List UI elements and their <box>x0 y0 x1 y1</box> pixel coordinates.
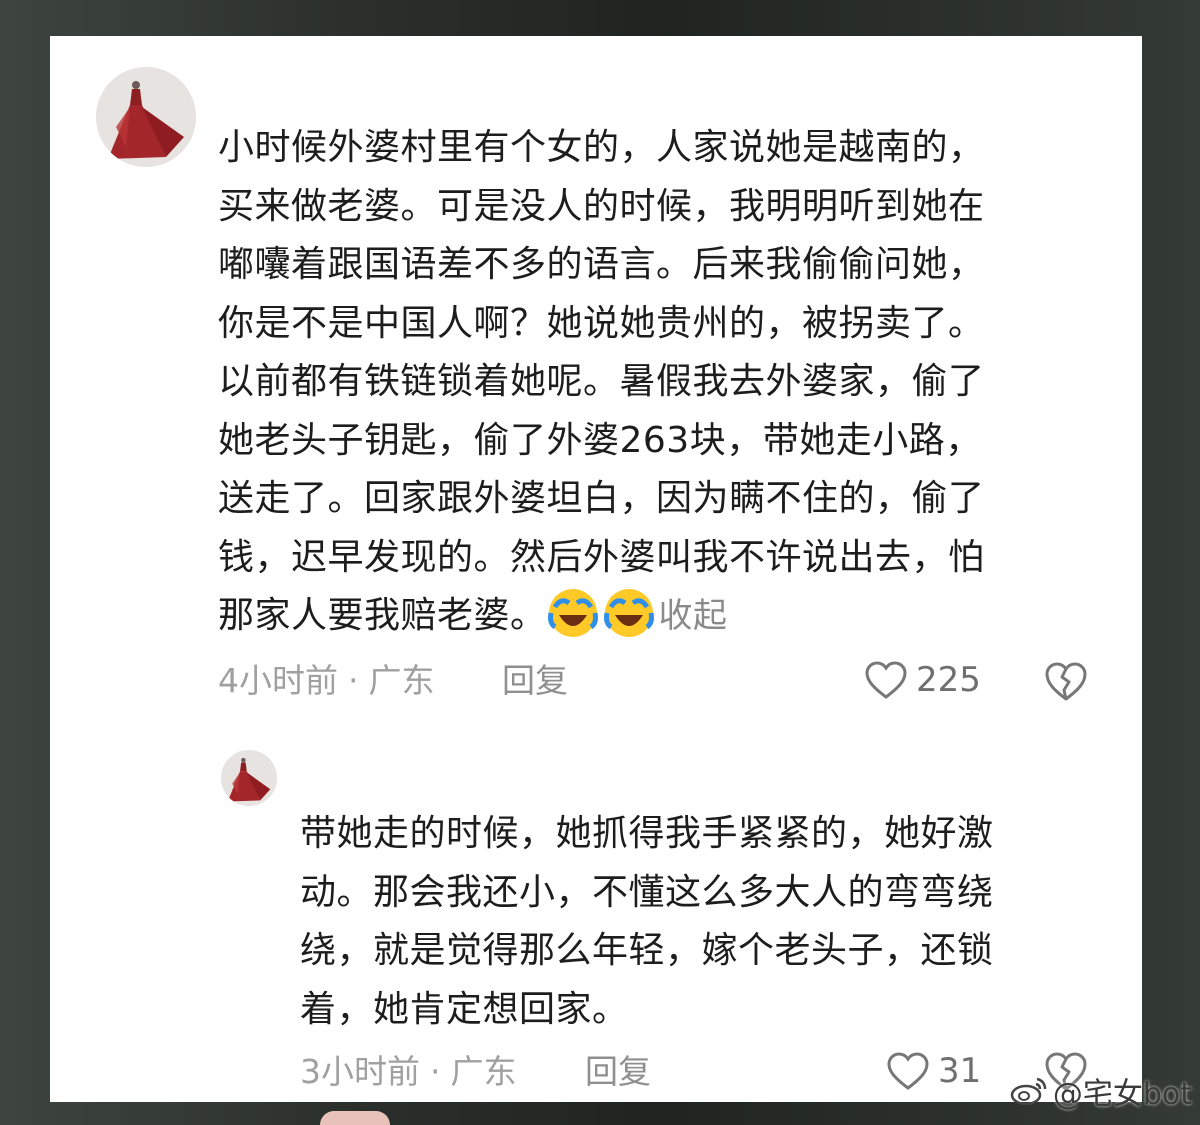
avatar-image <box>96 67 196 167</box>
like-button[interactable]: 225 <box>864 658 981 702</box>
comment-body: 小时候外婆村里有个女的，人家说她是越南的， 买来做老婆。可是没人的时候，我明明听… <box>218 119 985 646</box>
comment-line: 她老头子钥匙，偷了外婆263块，带她走小路， <box>218 419 982 461</box>
reply-time: 3小时前 <box>300 1052 420 1091</box>
comment-line: 送走了。回家跟外婆坦白，因为瞒不住的，偷了 <box>218 478 985 519</box>
dislike-button[interactable] <box>1044 660 1088 702</box>
watermark: @宅女bot <box>1009 1069 1192 1113</box>
reply-like-count: 31 <box>938 1051 982 1091</box>
comment-meta: 4小时前 · 广东 <box>218 661 435 701</box>
comment-location: 广东 <box>368 661 435 700</box>
reply-line: 着，她肯定想回家。 <box>300 988 629 1030</box>
like-count: 225 <box>916 660 981 700</box>
heart-icon <box>887 1052 929 1090</box>
broken-heart-icon <box>1045 662 1087 701</box>
weibo-icon <box>1010 1077 1047 1106</box>
meta-separator: · <box>348 661 359 700</box>
comment-line: 嘟囔着跟国语差不多的语言。后来我偷偷问她， <box>218 244 985 285</box>
reply-line: 带她走的时候，她抓得我手紧紧的，她好激 <box>300 813 994 854</box>
heart-icon <box>865 661 907 699</box>
laughing-crying-emoji-icon <box>547 587 599 639</box>
laughing-crying-emoji-icon <box>603 587 655 639</box>
comment-line: 那家人要我赔老婆。 <box>218 595 547 636</box>
comment-time: 4小时前 <box>218 661 338 700</box>
reply-line: 动。那会我还小，不懂这么多大人的弯弯绕 <box>300 871 994 913</box>
next-avatar-edge <box>320 1111 390 1125</box>
comment-line: 以前都有铁链锁着她呢。暑假我去外婆家，偷了 <box>218 361 985 402</box>
comment-line: 小时候外婆村里有个女的，人家说她是越南的， <box>218 127 985 168</box>
reply-body: 带她走的时候，她抓得我手紧紧的，她好激 动。那会我还小，不懂这么多大人的弯弯绕 … <box>300 805 994 1039</box>
comment-card: 小时候外婆村里有个女的，人家说她是越南的， 买来做老婆。可是没人的时候，我明明听… <box>50 36 1142 1102</box>
reply-reply-button[interactable]: 回复 <box>585 1052 651 1092</box>
reply-like-button[interactable]: 31 <box>886 1049 981 1093</box>
comment-line: 你是不是中国人啊？她说她贵州的，被拐卖了。 <box>218 302 985 344</box>
reply-location: 广东 <box>450 1052 517 1091</box>
avatar-image <box>221 750 277 806</box>
reply-button[interactable]: 回复 <box>502 661 568 701</box>
comment-line: 钱，迟早发现的。然后外婆叫我不许说出去，怕 <box>218 536 985 578</box>
comment-line: 买来做老婆。可是没人的时候，我明明听到她在 <box>218 185 985 227</box>
reply-line: 绕，就是觉得那么年轻，嫁个老头子，还锁 <box>300 930 994 971</box>
collapse-link[interactable]: 收起 <box>659 596 728 636</box>
user-avatar[interactable] <box>96 67 196 167</box>
meta-separator: · <box>430 1052 441 1091</box>
reply-user-avatar[interactable] <box>221 750 277 806</box>
watermark-text: @宅女bot <box>1052 1077 1192 1112</box>
reply-meta: 3小时前 · 广东 <box>300 1052 517 1092</box>
